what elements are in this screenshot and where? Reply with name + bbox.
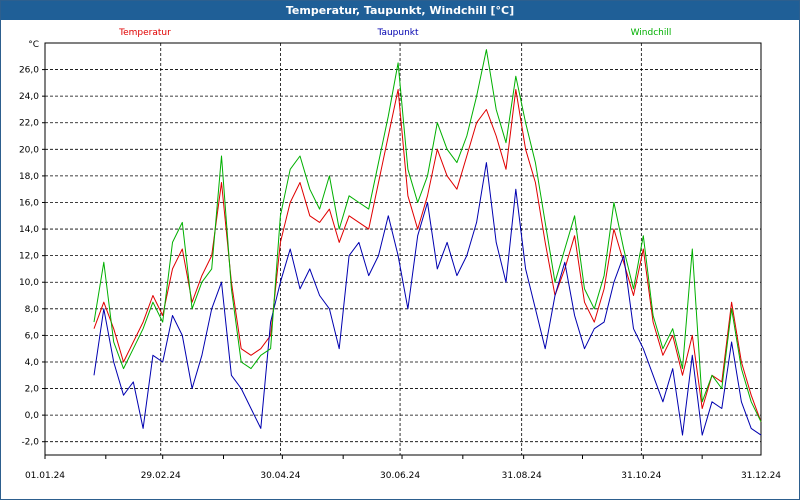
y-tick-label: 0,0	[25, 411, 40, 421]
x-tick-label: 30.06.24	[380, 471, 420, 481]
y-tick-label: 2,0	[25, 385, 40, 395]
y-tick-label: 4,0	[25, 358, 40, 368]
y-tick-label: 12,0	[19, 252, 39, 262]
y-tick-label: 14,0	[19, 225, 39, 235]
axes	[42, 42, 762, 459]
y-tick-label: -2,0	[21, 438, 39, 448]
y-tick-label: 6,0	[25, 331, 40, 341]
x-tick-label: 01.01.24	[25, 471, 65, 481]
legend-entry-windchill: Windchill	[631, 28, 672, 38]
y-tick-label: 20,0	[19, 145, 39, 155]
x-tick-label: 31.08.24	[502, 471, 542, 481]
chart-canvas: -2,0 0,0 2,0 4,0 6,0 8,0 10,0 12,0 14,0 16,0 18,0 2…	[19, 28, 781, 481]
series-lines	[93, 49, 762, 436]
legend: Temperatur Taupunkt Windchill	[118, 28, 671, 38]
y-axis-label: °C	[28, 40, 39, 50]
y-tick-label: 24,0	[19, 92, 39, 102]
y-tick-label: 22,0	[19, 119, 39, 129]
x-tick-label: 31.10.24	[621, 471, 661, 481]
chart-window: Temperatur, Taupunkt, Windchill [°C] -2,…	[0, 0, 800, 500]
y-tick-label: 10,0	[19, 278, 39, 288]
series-line-windchill	[93, 49, 762, 423]
y-tick-label: 8,0	[25, 305, 40, 315]
grid	[45, 43, 761, 455]
plot-frame	[44, 42, 762, 456]
x-tick-label: 31.12.24	[741, 471, 781, 481]
legend-entry-temperatur: Temperatur	[118, 28, 171, 38]
x-tick-label: 30.04.24	[260, 471, 300, 481]
legend-entry-taupunkt: Taupunkt	[376, 28, 419, 38]
series-line-taupunkt	[93, 162, 762, 436]
y-tick-label: 16,0	[19, 198, 39, 208]
y-tick-label: 18,0	[19, 172, 39, 182]
window-title: Temperatur, Taupunkt, Windchill [°C]	[1, 1, 799, 20]
y-tick-label: 26,0	[19, 66, 39, 76]
x-tick-label: 29.02.24	[141, 471, 181, 481]
